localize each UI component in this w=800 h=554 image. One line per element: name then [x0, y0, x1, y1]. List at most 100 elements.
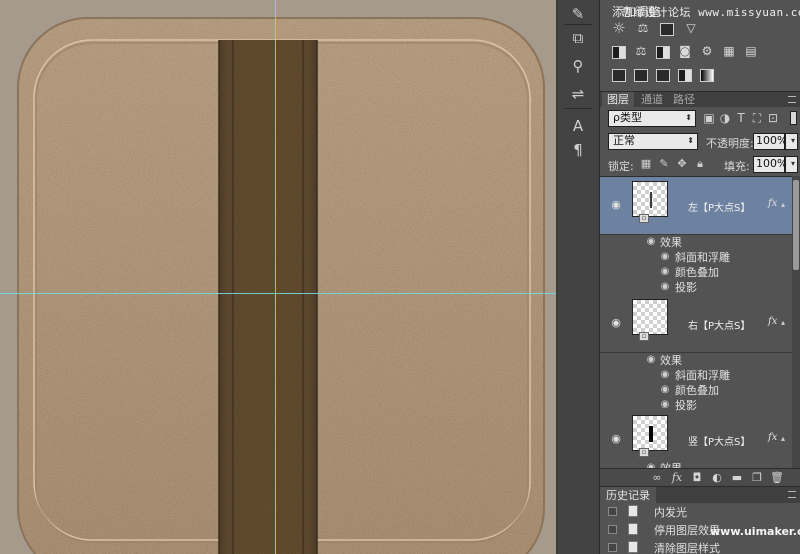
visibility-eye-icon[interactable]: ◉	[646, 237, 656, 247]
chevron-down-icon: ▾	[790, 159, 795, 168]
history-item[interactable]: 清除图层样式	[600, 539, 800, 554]
layer-row[interactable]: ◉ ▫ 竖【P大点S】 fx ▴	[600, 413, 792, 468]
paragraph-icon[interactable]: ¶	[567, 140, 589, 160]
brightness-icon[interactable]: ☼	[612, 21, 626, 36]
effects-group: ◉ 效果	[600, 461, 792, 468]
exposure-icon[interactable]: ▽	[684, 22, 698, 35]
effect-bevel-emboss[interactable]: 斜面和浮雕	[675, 250, 730, 265]
link-icon[interactable]: ∞	[650, 471, 664, 485]
tab-layers[interactable]: 图层	[602, 92, 634, 108]
chevron-down-icon: ⬍	[687, 136, 694, 145]
visibility-eye-icon[interactable]: ◉	[660, 282, 670, 292]
layer-name[interactable]: 右【P大点S】	[688, 317, 750, 332]
pixel-filter-icon[interactable]: ▣	[702, 111, 716, 125]
smart-object-filter-icon[interactable]: ⊡	[766, 111, 780, 125]
guide-horizontal[interactable]	[0, 293, 556, 294]
guide-vertical[interactable]	[275, 0, 276, 554]
filter-toggle[interactable]	[790, 111, 797, 125]
selective-color-icon[interactable]	[678, 69, 692, 82]
clone-source-icon[interactable]: ⧉	[567, 28, 589, 48]
lock-all-icon[interactable]: 🔒︎	[694, 158, 706, 170]
lock-transparent-icon[interactable]: ▦	[640, 158, 652, 170]
channel-mixer-icon[interactable]: ▦	[722, 45, 736, 58]
hue-saturation-icon[interactable]: ⚖	[634, 45, 648, 58]
folder-icon[interactable]: ▬	[730, 471, 744, 485]
vertical-strap	[219, 40, 317, 554]
character-icon[interactable]: A	[567, 116, 589, 136]
opacity-input[interactable]: 100%	[753, 133, 787, 150]
layer-thumbnail	[632, 415, 668, 451]
layers-scrollbar-thumb[interactable]	[793, 180, 799, 270]
color-balance-icon[interactable]	[656, 46, 670, 59]
black-white-icon[interactable]: ◙	[678, 45, 692, 58]
type-filter-icon[interactable]: T	[734, 111, 748, 125]
brush-presets-icon[interactable]: ⚲	[567, 56, 589, 76]
history-item[interactable]: 内发光	[600, 503, 800, 520]
chevron-up-icon[interactable]: ▴	[781, 434, 785, 443]
layer-row[interactable]: ◉ ▫ 右【P大点S】 fx ▴	[600, 295, 792, 353]
opacity-dropdown[interactable]: ▾	[785, 133, 798, 150]
gradient-map-icon[interactable]	[700, 69, 714, 82]
adjustment-icon[interactable]: ◐	[710, 471, 724, 485]
visibility-eye-icon[interactable]: ◉	[610, 317, 622, 328]
effect-drop-shadow[interactable]: 投影	[675, 398, 697, 413]
chevron-up-icon[interactable]: ▴	[781, 318, 785, 327]
lock-position-icon[interactable]: ✥	[676, 158, 688, 170]
curves-icon[interactable]	[660, 23, 674, 36]
history-item-label: 内发光	[654, 506, 687, 519]
fx-icon[interactable]: fx	[670, 471, 684, 485]
history-brush-icon[interactable]: ✎	[567, 4, 589, 24]
fx-icon[interactable]: fx	[768, 198, 777, 209]
visibility-eye-icon[interactable]: ◉	[660, 400, 670, 410]
color-lookup-icon[interactable]: ▤	[744, 45, 758, 58]
tab-channels[interactable]: 通道	[636, 92, 668, 108]
effect-row: ◉ 颜色叠加	[600, 383, 792, 398]
layer-filter-select[interactable]: ρ类型 ⬍	[608, 110, 696, 127]
vibrance-icon[interactable]	[612, 46, 626, 59]
effect-color-overlay[interactable]: 颜色叠加	[675, 265, 719, 280]
fill-dropdown[interactable]: ▾	[785, 156, 798, 173]
visibility-eye-icon[interactable]: ◉	[660, 252, 670, 262]
fill-input[interactable]: 100%	[753, 156, 787, 173]
threshold-icon[interactable]	[656, 69, 670, 82]
watermark-uimaker: www.uimaker.com	[710, 525, 800, 538]
effect-row: ◉ 颜色叠加	[600, 265, 792, 280]
photo-filter-icon[interactable]: ⚙	[700, 45, 714, 58]
tab-paths[interactable]: 路径	[668, 92, 700, 108]
layer-name[interactable]: 左【P大点S】	[688, 199, 750, 214]
chevron-up-icon[interactable]: ▴	[781, 200, 785, 209]
blend-mode-select[interactable]: 正常 ⬍	[608, 133, 698, 150]
lock-image-icon[interactable]: ✎	[658, 158, 670, 170]
mask-icon[interactable]: ◘	[690, 471, 704, 485]
tab-history[interactable]: 历史记录	[600, 487, 656, 504]
layer-row[interactable]: ◉ ▫ 左【P大点S】 fx ▴	[600, 177, 792, 235]
visibility-eye-icon[interactable]: ◉	[610, 433, 622, 444]
shape-filter-icon[interactable]: ⛶	[750, 111, 764, 125]
trash-icon[interactable]: 🗑︎	[770, 471, 784, 485]
effect-row: ◉ 投影	[600, 280, 792, 295]
fx-icon[interactable]: fx	[768, 316, 777, 327]
panel-menu-icon[interactable]	[788, 96, 796, 103]
history-checkbox[interactable]	[608, 525, 617, 534]
divider	[564, 108, 592, 109]
layer-name[interactable]: 竖【P大点S】	[688, 433, 750, 448]
visibility-eye-icon[interactable]: ◉	[660, 267, 670, 277]
properties-icon[interactable]: ⇌	[567, 84, 589, 104]
effect-bevel-emboss[interactable]: 斜面和浮雕	[675, 368, 730, 383]
visibility-eye-icon[interactable]: ◉	[646, 355, 656, 365]
fx-icon[interactable]: fx	[768, 432, 777, 443]
new-layer-icon[interactable]: ❐	[750, 471, 764, 485]
invert-icon[interactable]	[612, 69, 626, 82]
effect-color-overlay[interactable]: 颜色叠加	[675, 383, 719, 398]
history-checkbox[interactable]	[608, 543, 617, 552]
visibility-eye-icon[interactable]: ◉	[660, 370, 670, 380]
visibility-eye-icon[interactable]: ◉	[660, 385, 670, 395]
levels-icon[interactable]: ⚖	[636, 22, 650, 35]
posterize-icon[interactable]	[634, 69, 648, 82]
history-checkbox[interactable]	[608, 507, 617, 516]
adjustment-filter-icon[interactable]: ◑	[718, 111, 732, 125]
visibility-eye-icon[interactable]: ◉	[610, 199, 622, 210]
document-canvas[interactable]	[0, 0, 556, 554]
effect-drop-shadow[interactable]: 投影	[675, 280, 697, 295]
panel-menu-icon[interactable]	[788, 491, 796, 498]
